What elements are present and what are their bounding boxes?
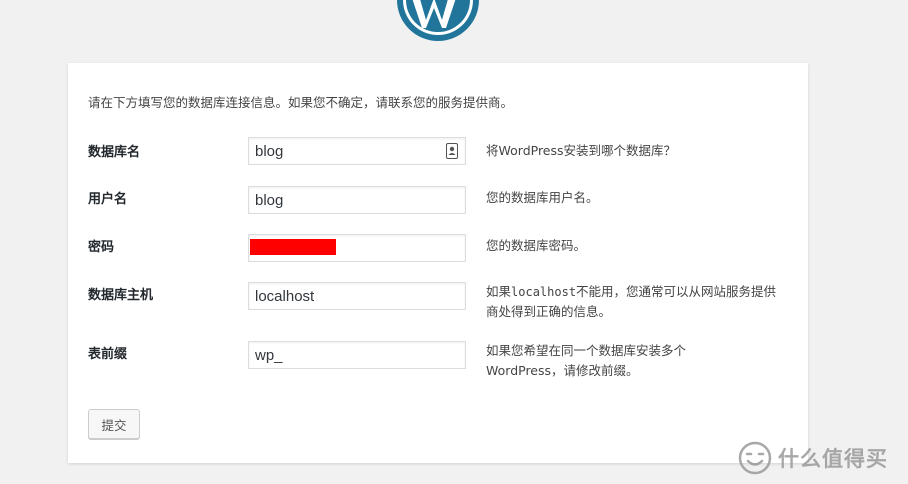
intro-text: 请在下方填写您的数据库连接信息。如果您不确定，请联系您的服务提供商。 (88, 95, 514, 110)
table-prefix-label: 表前缀 (88, 347, 128, 362)
db-name-input[interactable] (248, 137, 466, 165)
watermark-text: 什么值得买 (778, 447, 888, 471)
db-host-desc-code: localhost (511, 285, 577, 299)
username-input[interactable] (248, 186, 466, 214)
password-label: 密码 (88, 240, 115, 255)
db-name-label: 数据库名 (88, 145, 141, 160)
password-redaction (250, 239, 336, 255)
contact-card-icon[interactable] (446, 143, 458, 159)
wordpress-logo-icon[interactable] (396, 0, 480, 42)
username-label: 用户名 (88, 192, 128, 207)
db-host-desc-prefix: 如果 (486, 284, 512, 299)
db-host-desc: 如果localhost不能用，您通常可以从网站服务提供商处得到正确的信息。 (486, 282, 782, 322)
username-desc: 您的数据库用户名。 (486, 190, 599, 205)
table-prefix-input[interactable] (248, 341, 466, 369)
password-desc: 您的数据库密码。 (486, 238, 587, 253)
watermark: 什么值得买 (738, 440, 888, 476)
db-setup-card: 请在下方填写您的数据库连接信息。如果您不确定，请联系您的服务提供商。 数据库名 … (68, 63, 808, 463)
db-host-label: 数据库主机 (88, 288, 154, 303)
db-name-desc: 将WordPress安装到哪个数据库？ (486, 143, 677, 158)
smzdm-logo-icon (738, 441, 772, 475)
db-host-input[interactable] (248, 282, 466, 310)
submit-button[interactable]: 提交 (88, 409, 140, 439)
table-prefix-desc: 如果您希望在同一个数据库安装多个WordPress，请修改前缀。 (486, 343, 687, 378)
